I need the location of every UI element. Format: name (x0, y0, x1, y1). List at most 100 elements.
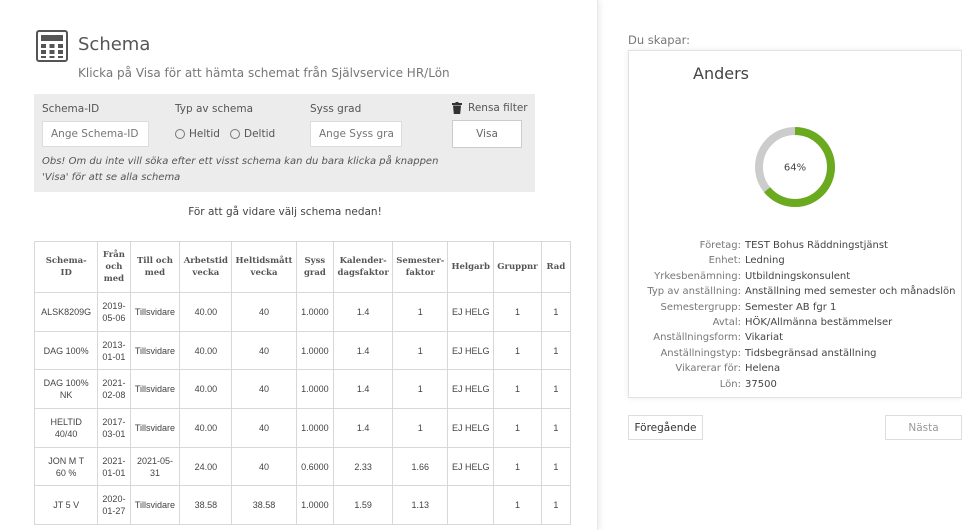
proceed-instruction: För att gå vidare välj schema nedan! (188, 206, 382, 218)
cell-calendar: 1.4 (333, 292, 394, 332)
cell-work-hours: 40.00 (179, 330, 233, 371)
header-from: Från och med (97, 241, 131, 293)
schema-id-input[interactable] (42, 121, 149, 147)
info-value: TEST Bohus Räddningstjänst (745, 240, 888, 251)
syss-grad-input[interactable] (310, 121, 402, 147)
radio-heltid-label: Heltid (189, 128, 220, 140)
cell-from: 2017- 03-01 (97, 408, 131, 448)
cell-vacation: 1 (392, 330, 449, 371)
info-value: Anställning med semester och månadslön (745, 286, 956, 298)
cell-rad: 1 (540, 330, 572, 371)
header-syss: Syss grad (295, 241, 335, 293)
cell-from: 2021- 01-01 (97, 446, 131, 487)
info-row: Företag: TEST Bohus Räddningstjänst (629, 240, 962, 255)
radio-deltid[interactable]: Deltid (230, 128, 275, 140)
info-key: Lön: (719, 378, 741, 390)
header-fulltime: Heltidsmått vecka (231, 241, 297, 293)
cell-rad: 1 (540, 369, 572, 410)
creator-label: Du skapar: (628, 33, 691, 47)
cell-fulltime: 40 (231, 446, 297, 487)
info-key: Yrkesbenämning: (654, 270, 741, 282)
info-row: Enhet: Ledning (629, 255, 962, 270)
cell-gruppnr: 1 (493, 292, 542, 332)
header-helgarb: Helgarb (447, 241, 495, 293)
cell-gruppnr: 1 (493, 485, 542, 526)
cell-syss: 1.0000 (295, 369, 335, 410)
progress-label: 64% (784, 163, 806, 174)
info-value: Helena (745, 363, 781, 375)
cell-syss: 1.0000 (295, 292, 335, 332)
clear-filter-button[interactable]: Rensa filter (452, 102, 528, 114)
table-row[interactable]: DAG 100% NK 2021- 02-08 Tillsvidare 40.00 40… (33, 369, 572, 410)
progress-donut: 64% (755, 127, 835, 207)
info-value: HÖK/Allmänna bestämmelser (745, 316, 893, 328)
schema-panel: Schema Klicka på Visa för att hämta sche… (0, 0, 598, 530)
cell-schema-id: ALSK8209G (33, 292, 99, 332)
header-to: Till och med (129, 241, 181, 293)
table-row[interactable]: DAG 100% 2013- 01-01 Tillsvidare 40.00 40 1.0… (33, 330, 572, 371)
table-row[interactable]: HELTID 40/40 2017- 03-01 Tillsvidare 40.00 4… (33, 408, 572, 448)
previous-button[interactable]: Föregående (628, 415, 703, 440)
filter-note: Obs! Om du inte vill söka efter ett viss… (42, 156, 439, 183)
page-subtitle: Klicka på Visa för att hämta schemat frå… (78, 66, 450, 80)
cell-rad: 1 (540, 485, 572, 526)
table-header-row: Schema- ID Från och med Till och med Arbetst… (33, 241, 572, 293)
info-key: Anställningstyp: (660, 347, 741, 359)
employee-name: Anders (693, 64, 749, 83)
visa-button[interactable]: Visa (452, 120, 522, 148)
schedule-table: Schema- ID Från och med Till och med Arbetst… (33, 241, 572, 526)
info-value: Tidsbegränsad anställning (745, 347, 877, 359)
cell-to: Tillsvidare (129, 408, 181, 448)
cell-schema-id: JT 5 V (33, 485, 99, 526)
header-calendar: Kalender-dagsfaktor (333, 241, 394, 293)
cell-syss: 1.0000 (295, 408, 335, 448)
cell-fulltime: 40 (231, 369, 297, 410)
filter-box: Schema-ID Typ av schema Heltid Deltid Sy… (34, 94, 535, 192)
cell-calendar: 1.59 (333, 485, 394, 526)
cell-work-hours: 38.58 (179, 485, 233, 526)
cell-helgarb: EJ HELG (447, 369, 495, 410)
cell-helgarb: EJ HELG (447, 292, 495, 332)
cell-work-hours: 24.00 (179, 446, 233, 487)
info-value: 37500 (745, 378, 777, 390)
cell-vacation: 1 (392, 292, 449, 332)
cell-vacation: 1 (392, 369, 449, 410)
radio-heltid[interactable]: Heltid (175, 128, 220, 140)
table-row[interactable]: JON M T 60 % 2021- 01-01 2021-05- 31 24.00 4… (33, 446, 572, 487)
employee-info: Företag: TEST Bohus Räddningstjänst Enhet:… (629, 240, 962, 394)
trash-icon (452, 102, 462, 114)
cell-vacation: 1.66 (392, 446, 449, 487)
info-value: Semester AB fgr 1 (745, 301, 837, 313)
info-key: Vikarerar för: (675, 363, 741, 375)
radio-heltid-circle[interactable] (175, 129, 185, 139)
info-key: Semestergrupp: (660, 301, 741, 313)
cell-rad: 1 (540, 446, 572, 487)
cell-vacation: 1 (392, 408, 449, 448)
syss-grad-label: Syss grad (310, 103, 362, 115)
cell-fulltime: 38.58 (231, 485, 297, 526)
header-gruppnr: Gruppnr (493, 241, 542, 293)
info-value: Ledning (745, 255, 785, 267)
radio-deltid-label: Deltid (244, 128, 276, 140)
cell-vacation: 1.13 (392, 485, 449, 526)
cell-gruppnr: 1 (493, 330, 542, 371)
page-title: Schema (78, 34, 151, 55)
table-row[interactable]: ALSK8209G 2019- 05-06 Tillsvidare 40.00 40 1.… (33, 292, 572, 332)
info-row: Lön: 37500 (629, 379, 962, 394)
cell-work-hours: 40.00 (179, 292, 233, 332)
info-row: Anställningstyp: Tidsbegränsad anställnin… (629, 348, 962, 363)
info-row: Yrkesbenämning: Utbildningskonsulent (629, 271, 962, 286)
cell-from: 2013- 01-01 (97, 330, 131, 371)
cell-fulltime: 40 (231, 330, 297, 371)
schema-id-label: Schema-ID (42, 103, 100, 115)
next-button[interactable]: Nästa (885, 415, 962, 440)
header-work-hours: Arbetstid vecka (179, 241, 233, 293)
table-row[interactable]: JT 5 V 2020- 01-27 Tillsvidare 38.58 38.58 1.… (33, 485, 572, 526)
calculator-icon (36, 30, 68, 62)
cell-syss: 1.0000 (295, 330, 335, 371)
cell-calendar: 2.33 (333, 446, 394, 487)
cell-calendar: 1.4 (333, 369, 394, 410)
info-row: Vikarerar för: Helena (629, 363, 962, 378)
radio-deltid-circle[interactable] (230, 129, 240, 139)
employee-card: Anders 64% Företag: TEST Bohus Räddningst… (628, 50, 962, 398)
